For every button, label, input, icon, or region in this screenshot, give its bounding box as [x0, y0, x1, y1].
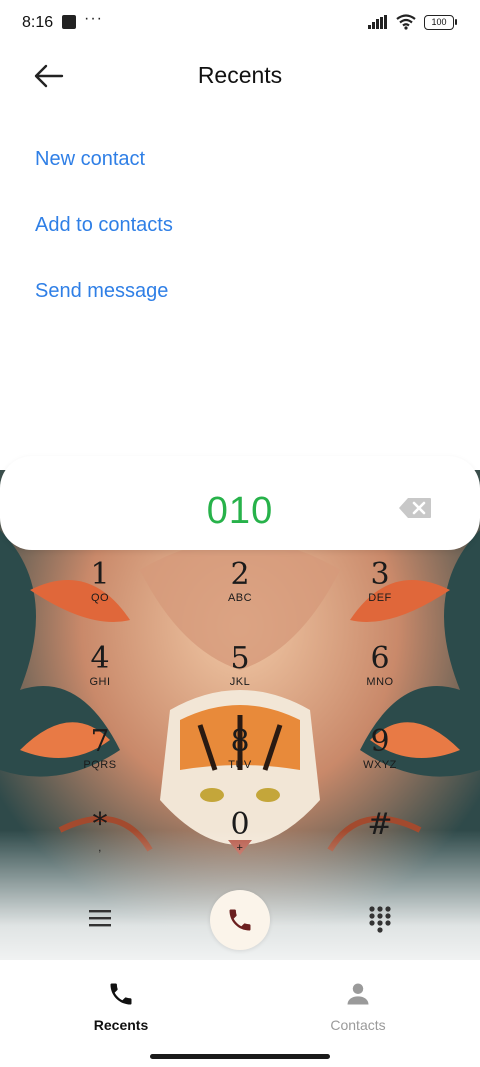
status-bar: 8:16 ··· 100 — [0, 0, 480, 48]
key-letters: , — [98, 842, 102, 854]
key-letters: ABC — [227, 592, 253, 604]
number-display-panel: 010 — [0, 456, 480, 550]
key-4[interactable]: 4 GHI — [55, 642, 145, 712]
tab-contacts-label: Contacts — [330, 1017, 386, 1033]
status-time: 8:16 — [22, 14, 54, 31]
bottom-tab-bar: Recents Contacts — [0, 960, 480, 1040]
key-digit: * — [92, 807, 108, 842]
page-title: Recents — [197, 62, 283, 88]
key-hash[interactable]: # — [335, 808, 425, 878]
add-to-contacts-link[interactable]: Add to contacts — [35, 214, 173, 237]
backspace-icon[interactable] — [398, 497, 432, 519]
key-letters: MNO — [366, 676, 394, 688]
home-indicator — [150, 1054, 330, 1059]
person-icon — [347, 983, 369, 1005]
key-5[interactable]: 5 JKL — [195, 642, 285, 712]
key-letters: QO — [90, 592, 110, 604]
key-letters: WXYZ — [363, 759, 397, 771]
key-digit: 8 — [230, 724, 250, 759]
key-letters: PQRS — [83, 759, 117, 771]
key-3[interactable]: 3 DEF — [335, 558, 425, 628]
key-digit: 4 — [90, 641, 110, 676]
key-letters: + — [236, 842, 244, 854]
tab-recents-label: Recents — [93, 1017, 149, 1033]
key-9[interactable]: 9 WXYZ — [335, 725, 425, 795]
send-message-link[interactable]: Send message — [35, 280, 168, 303]
key-digit: 5 — [230, 641, 250, 676]
key-0[interactable]: 0 + — [195, 808, 285, 878]
call-button[interactable] — [210, 890, 270, 950]
key-2[interactable]: 2 ABC — [195, 558, 285, 628]
key-digit: 3 — [370, 557, 390, 592]
key-digit: 1 — [90, 557, 110, 592]
tab-contacts[interactable]: Contacts — [298, 980, 418, 1033]
more-notifications-icon: ··· — [84, 10, 103, 27]
key-letters: GHI — [89, 676, 111, 688]
key-digit: # — [367, 807, 393, 842]
key-digit: 7 — [90, 724, 110, 759]
notification-icon — [62, 15, 76, 29]
phone-icon — [110, 983, 132, 1005]
key-letters: TUV — [228, 759, 252, 771]
new-contact-link[interactable]: New contact — [35, 148, 145, 171]
battery-icon: 100 — [424, 14, 457, 30]
key-1[interactable]: 1 QO — [55, 558, 145, 628]
tab-recents[interactable]: Recents — [61, 980, 181, 1033]
phone-call-icon — [229, 909, 251, 931]
app-bar: Recents — [0, 48, 480, 106]
wifi-icon — [396, 14, 416, 30]
dialpad-icon[interactable] — [368, 905, 392, 933]
key-7[interactable]: 7 PQRS — [55, 725, 145, 795]
key-digit: 2 — [230, 557, 250, 592]
status-icons: 100 — [368, 14, 457, 30]
key-8[interactable]: 8 TUV — [195, 725, 285, 795]
key-digit: 9 — [370, 724, 390, 759]
key-digit: 6 — [370, 641, 390, 676]
menu-icon[interactable] — [88, 906, 112, 930]
key-letters: DEF — [368, 592, 392, 604]
key-star[interactable]: *, — [55, 808, 145, 878]
key-digit: 0 — [230, 807, 250, 842]
key-6[interactable]: 6 MNO — [335, 642, 425, 712]
key-letters: JKL — [229, 676, 251, 688]
signal-icon — [368, 15, 387, 29]
